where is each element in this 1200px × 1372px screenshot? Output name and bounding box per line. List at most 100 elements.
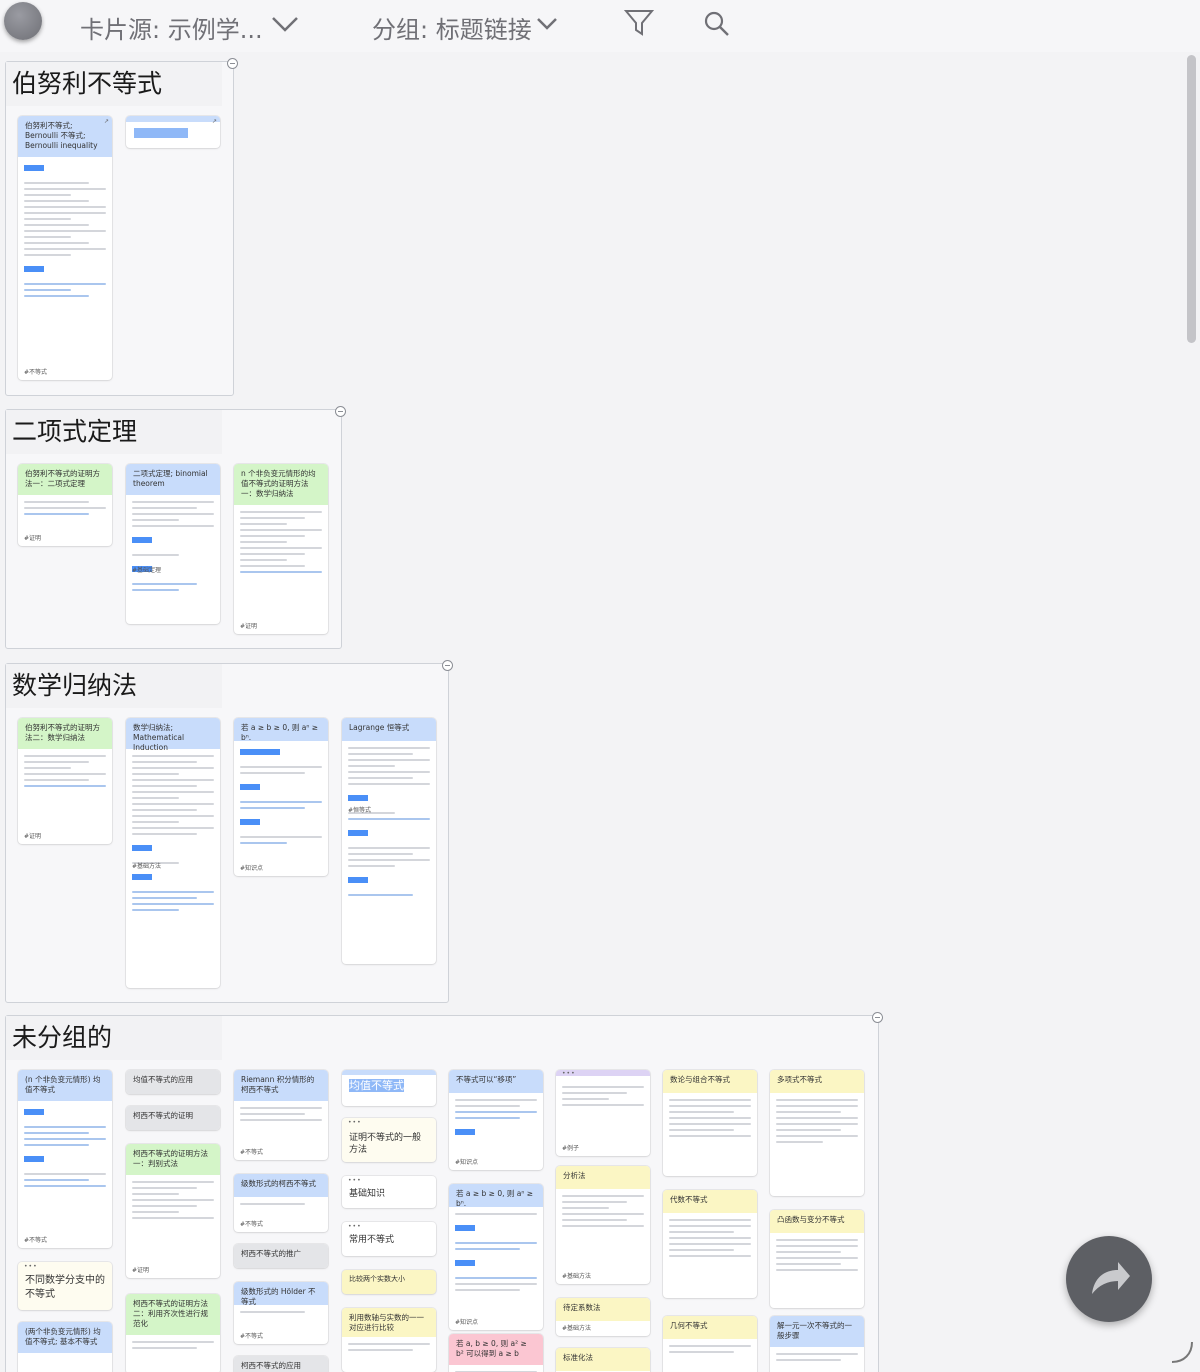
card[interactable]: 级数形式的 Hölder 不等式 #不等式 [234, 1282, 328, 1344]
card[interactable]: 数学归纳法; Mathematical Induction #基础方法 [126, 718, 220, 988]
card[interactable]: 柯西不等式的证明方法二：利用齐次性进行规范化 [126, 1294, 220, 1372]
card[interactable]: ••• 常用不等式 [342, 1222, 436, 1256]
card-tag: #证明 [24, 535, 42, 542]
card[interactable]: 若 a ≥ b ≥ 0, 则 aⁿ ≥ bⁿ. #知识点 [449, 1184, 543, 1330]
share-button[interactable] [1066, 1236, 1152, 1322]
group-ungrouped[interactable]: 未分组的 (n 个非负变元情形) 均值不等式 #不等式 ••• 不同数学分支中的… [5, 1012, 883, 1372]
card-tag: #例子 [562, 1145, 580, 1152]
card[interactable]: Lagrange 恒等式 #恒等式 [342, 718, 436, 964]
search-icon[interactable] [703, 10, 731, 38]
card-title: 几何不等式 [663, 1316, 757, 1339]
card[interactable]: 柯西不等式的证明方法一：判别式法 #证明 [126, 1144, 220, 1278]
card-tag: #证明 [240, 623, 258, 630]
card-tag: #基础方法 [132, 863, 162, 870]
card-title: n 个非负变元情形的均值不等式的证明方法一：数学归纳法 [234, 464, 328, 505]
pin-icon[interactable]: ↗ [212, 118, 217, 125]
card-tag: #知识点 [455, 1159, 479, 1166]
card[interactable]: 凸函数与变分不等式 [770, 1210, 864, 1308]
card-title: 不同数学分支中的不等式 [25, 1275, 105, 1300]
card-title: 数学归纳法; Mathematical Induction [126, 718, 220, 752]
card[interactable]: ••• 基础知识 [342, 1176, 436, 1208]
card-tag: #不等式 [24, 1237, 48, 1244]
chevron-down-icon[interactable] [536, 16, 558, 32]
card-title: 二项式定理; binomial theorem [126, 464, 220, 495]
card[interactable]: (n 个非负变元情形) 均值不等式 #不等式 [18, 1070, 112, 1248]
card-canvas[interactable]: 伯努利不等式 伯努利不等式; Bernoulli 不等式; Bernoulli … [0, 52, 1200, 1372]
card[interactable]: 柯西不等式的证明 [126, 1106, 220, 1130]
card-tag: #证明 [132, 1267, 150, 1274]
card-tag: #知识点 [455, 1319, 479, 1326]
card-title: 数论与组合不等式 [663, 1070, 757, 1093]
card-title: 多项式不等式 [770, 1070, 864, 1093]
card-title: 利用数轴与实数的一一对应进行比较 [342, 1308, 436, 1337]
card[interactable]: 分析法 #基础方法 [556, 1166, 650, 1284]
card-source-dropdown[interactable]: 卡片源: 示例学... [80, 10, 263, 45]
card[interactable]: 均值不等式的应用 [126, 1070, 220, 1094]
card-title: 柯西不等式的证明方法二：利用齐次性进行规范化 [126, 1294, 220, 1335]
group-binomial[interactable]: 二项式定理 伯努利不等式的证明方法一：二项式定理 #证明 二项式定理; bino… [5, 406, 346, 649]
collapse-icon[interactable] [872, 1012, 883, 1023]
card-title: 常用不等式 [349, 1235, 395, 1245]
group-bernoulli[interactable]: 伯努利不等式 伯努利不等式; Bernoulli 不等式; Bernoulli … [5, 58, 238, 396]
collapse-icon[interactable] [442, 660, 453, 671]
card[interactable]: 标准化法 [556, 1348, 650, 1372]
group-dropdown[interactable]: 分组: 标题链接 [372, 10, 532, 45]
group-title: 未分组的 [6, 1016, 222, 1060]
card-tag: #基础方法 [562, 1273, 592, 1280]
card[interactable]: ••• 证明不等式的一般方法 [342, 1118, 436, 1162]
card-title: Lagrange 恒等式 [342, 718, 436, 741]
card-title: 若 a, b ≥ 0, 则 a² ≥ b² 可以得到 a ≥ b [449, 1334, 543, 1365]
card-title: 解一元一次不等式的一般步骤 [770, 1316, 864, 1347]
card[interactable]: 多项式不等式 [770, 1070, 864, 1196]
card[interactable]: 均值不等式 [342, 1070, 436, 1106]
group-title: 伯努利不等式 [6, 62, 222, 106]
card[interactable]: 伯努利不等式的证明方法一：二项式定理 #证明 [18, 464, 112, 546]
card[interactable]: 二项式定理; binomial theorem #基础定理 [126, 464, 220, 624]
card[interactable]: 数论与组合不等式 [663, 1070, 757, 1176]
card-title: 柯西不等式的证明方法一：判别式法 [126, 1144, 220, 1175]
card[interactable]: 柯西不等式的推广 [234, 1244, 328, 1268]
card-title: Riemann 积分情形的柯西不等式 [234, 1070, 328, 1101]
card[interactable]: 代数不等式 [663, 1190, 757, 1298]
card[interactable]: Riemann 积分情形的柯西不等式 #不等式 [234, 1070, 328, 1160]
filter-icon[interactable] [624, 8, 654, 38]
card-tag: #证明 [24, 833, 42, 840]
card-title: 代数不等式 [663, 1190, 757, 1213]
card[interactable]: 伯努利不等式的证明方法二：数学归纳法 #证明 [18, 718, 112, 844]
card[interactable]: 级数形式的柯西不等式 #不等式 [234, 1174, 328, 1232]
card-title: 柯西不等式的应用 [234, 1356, 328, 1372]
card-title: 伯努利不等式的证明方法一：二项式定理 [18, 464, 112, 495]
card[interactable]: (两个非负变元情形) 均值不等式; 基本不等式 [18, 1322, 112, 1372]
collapse-icon[interactable] [335, 406, 346, 417]
card[interactable]: n 个非负变元情形的均值不等式的证明方法一：数学归纳法 #证明 [234, 464, 328, 634]
card[interactable]: ••• #例子 [556, 1070, 650, 1156]
card[interactable]: 若 a ≥ b ≥ 0, 则 aⁿ ≥ bⁿ. #知识点 [234, 718, 328, 876]
card-title: 凸函数与变分不等式 [770, 1210, 864, 1233]
card[interactable]: 不等式可以“移项” #知识点 [449, 1070, 543, 1170]
card[interactable]: ••• 不同数学分支中的不等式 [18, 1262, 112, 1310]
avatar[interactable] [4, 2, 42, 40]
chevron-down-icon[interactable] [270, 14, 300, 34]
card[interactable]: ↗ [126, 116, 220, 148]
card-title: 不等式可以“移项” [449, 1070, 543, 1093]
card[interactable]: 若 a, b ≥ 0, 则 a² ≥ b² 可以得到 a ≥ b [449, 1334, 543, 1372]
card-title: 伯努利不等式; Bernoulli 不等式; Bernoulli inequal… [18, 116, 112, 157]
card-title: 均值不等式 [349, 1079, 404, 1092]
card-title: 比较两个实数大小 [349, 1275, 405, 1283]
card[interactable]: 几何不等式 [663, 1316, 757, 1372]
vertical-scrollbar[interactable] [1187, 55, 1196, 343]
collapse-icon[interactable] [227, 58, 238, 69]
card[interactable]: 解一元一次不等式的一般步骤 [770, 1316, 864, 1372]
group-title: 二项式定理 [6, 410, 222, 454]
resize-handle-icon[interactable] [1170, 1340, 1194, 1364]
pin-icon[interactable]: ↗ [104, 118, 109, 125]
group-title: 数学归纳法 [6, 664, 222, 708]
card-title: 若 a ≥ b ≥ 0, 则 aⁿ ≥ bⁿ. [234, 718, 328, 742]
card[interactable]: 利用数轴与实数的一一对应进行比较 [342, 1308, 436, 1372]
card[interactable]: 比较两个实数大小 [342, 1270, 436, 1294]
group-induction[interactable]: 数学归纳法 伯努利不等式的证明方法二：数学归纳法 #证明 数学归纳法; Math… [5, 660, 453, 1003]
card[interactable]: 伯努利不等式; Bernoulli 不等式; Bernoulli inequal… [18, 116, 112, 380]
card[interactable]: 柯西不等式的应用 [234, 1356, 328, 1372]
card[interactable]: 待定系数法 #基础方法 [556, 1298, 650, 1336]
card-title: 待定系数法 [556, 1298, 650, 1321]
